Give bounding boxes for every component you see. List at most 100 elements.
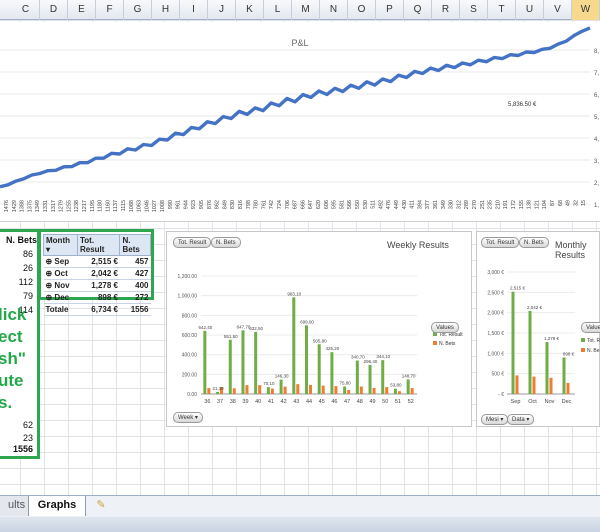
legend-swatch [433,341,437,345]
column-header-u[interactable]: U [516,0,544,20]
column-header-q[interactable]: Q [404,0,432,20]
month-pivot-table[interactable]: Month ▾ Tot. Result N. Bets ⊕ Sep 2,515 €45… [38,229,154,316]
column-header-m[interactable]: M [292,0,320,20]
column-header-i[interactable]: I [180,0,208,20]
monthly-axis-button-0[interactable]: Mesi ▾ [481,414,509,425]
pivot-total-bets: 1556 [119,303,151,316]
spreadsheet-grid[interactable]: CDEFGHIJKLMNOPQRSTUVW P&L 8, 7, 6, 5, 4, 3, 2,… [0,0,600,532]
weekly-x-tick-label: 49 [369,399,375,405]
overlay-instruction-text: sh" [0,349,26,368]
column-header-o[interactable]: O [348,0,376,20]
axis-field-button-week[interactable]: Week ▾ [173,412,203,423]
monthly-bar-bets [532,376,536,394]
column-header-j[interactable]: J [208,0,236,20]
pl-chart-svg: 8,7,6,5,4,3,2,1,5,836.50 €1476 1429 1388 13… [0,26,599,212]
pl-x-tick-label: 377 [425,200,431,209]
weekly-bar-bets [410,388,414,394]
monthly-chart-title: Monthly Results [555,240,587,260]
pl-x-tick-label: 1331 [43,200,49,212]
field-button-0[interactable]: Tot. Result [173,237,212,248]
tab-graphs[interactable]: Graphs [28,496,86,516]
weekly-data-label: 148,70 [402,373,416,378]
pl-x-tick-label: 761 [261,200,267,209]
weekly-bar-result [317,344,321,394]
pl-x-tick-label: 394 [417,200,423,209]
column-header-k[interactable]: K [236,0,264,20]
monthly-axis-button-1[interactable]: Data ▾ [507,414,535,425]
pl-x-tick-label: 742 [269,200,275,209]
pl-y-tick-label: 7, [594,71,599,77]
column-header-h[interactable]: H [152,0,180,20]
pl-y-tick-label: 8, [594,49,599,55]
pl-x-tick-label: 411 [410,200,416,209]
column-header-w[interactable]: W [572,0,600,20]
pl-x-tick-label: 1115 [121,200,127,211]
pl-x-tick-label: 476 [386,200,392,209]
pl-x-tick-label: 138 [527,200,533,209]
pivot-bets: 400 [119,279,151,292]
weekly-x-tick-label: 42 [281,399,287,405]
pl-chart[interactable]: P&L 8, 7, 6, 5, 4, 3, 2, 1, 5,836.50 €1476 1429 13… [0,22,600,222]
weekly-bar-bets [385,387,389,394]
left-pivot-value: 79 [22,291,33,301]
pl-x-tick-label: 349 [441,200,447,209]
column-header-n[interactable]: N [320,0,348,20]
status-bar [0,517,600,532]
column-header-v[interactable]: V [544,0,572,20]
monthly-legend-field-button[interactable]: Values [581,322,600,333]
monthly-data-label: 898 € [563,351,575,356]
pl-y-tick-label: 3, [594,159,599,165]
pl-x-tick-label: 1217 [82,200,88,212]
weekly-results-chart[interactable]: 1,200.00 1,000.00 800.00 600.00 400.00 200.00… [166,231,472,427]
pl-x-tick-label: 581 [339,200,345,209]
monthly-field-button-1[interactable]: N. Bets [519,237,549,248]
monthly-bar-bets [515,375,519,394]
pl-x-tick-label: 595 [332,200,338,209]
pl-x-tick-label: 15 [581,200,587,206]
monthly-results-chart[interactable]: 3,000 € 2,500 € 2,000 € 1,500 € 1,000 € 500 €… [476,231,600,427]
monthly-legend-swatch [581,348,585,352]
pivot-result: 898 € [77,291,120,304]
insert-sheet-icon[interactable]: ✎ [88,496,114,516]
pl-x-tick-label: 312 [456,200,462,209]
column-header-g[interactable]: G [124,0,152,20]
pivot-month[interactable]: ⊕ Nov [43,279,78,292]
pl-x-tick-label: 235 [488,200,494,209]
pl-y-tick-label: 4, [594,137,599,143]
pl-x-tick-label: 511 [371,200,377,209]
weekly-y-tick-label: 0.00 [187,392,197,398]
weekly-y-tick-label: 600.00 [182,333,198,339]
column-header-p[interactable]: P [376,0,404,20]
field-button-1[interactable]: N. Bets [211,237,241,248]
monthly-x-tick-label: Sep [511,399,521,405]
legend-field-button[interactable]: Values [431,322,459,333]
pl-x-tick-label: 780 [254,200,260,209]
column-header-f[interactable]: F [96,0,124,20]
pivot-month[interactable]: ⊕ Oct [43,267,78,280]
column-header-t[interactable]: T [488,0,516,20]
pl-x-tick-label: 798 [246,200,252,209]
column-header-s[interactable]: S [460,0,488,20]
pl-y-tick-label: 2, [594,181,599,187]
column-header-r[interactable]: R [432,0,460,20]
monthly-data-label: 2,042 € [527,305,543,310]
column-header-e[interactable]: E [68,0,96,20]
monthly-y-tick-label: - € [498,392,504,398]
column-header-d[interactable]: D [40,0,68,20]
pivot-header-cell[interactable]: Month ▾ [43,234,78,256]
pl-x-tick-label: 1160 [105,200,111,212]
left-pivot-table[interactable]: N. Bets862611279114lickectsh"utes.622315… [0,229,40,459]
monthly-y-tick-label: 1,000 € [487,351,504,357]
pl-x-tick-label: 830 [230,200,236,209]
pl-x-tick-label: 270 [472,200,478,209]
pl-x-tick-label: 1279 [59,200,65,212]
pivot-month[interactable]: ⊕ Sep [43,255,78,268]
pivot-month[interactable]: ⊕ Dec [43,291,78,304]
column-header-c[interactable]: C [12,0,40,20]
left-pivot-total: 1556 [12,444,33,454]
column-header-l[interactable]: L [264,0,292,20]
monthly-field-button-0[interactable]: Tot. Result [481,237,520,248]
pivot-header-cell: Tot. Result [76,234,121,256]
pivot-total-result: 6,734 € [77,303,120,316]
pl-x-tick-label: 49 [566,200,572,206]
